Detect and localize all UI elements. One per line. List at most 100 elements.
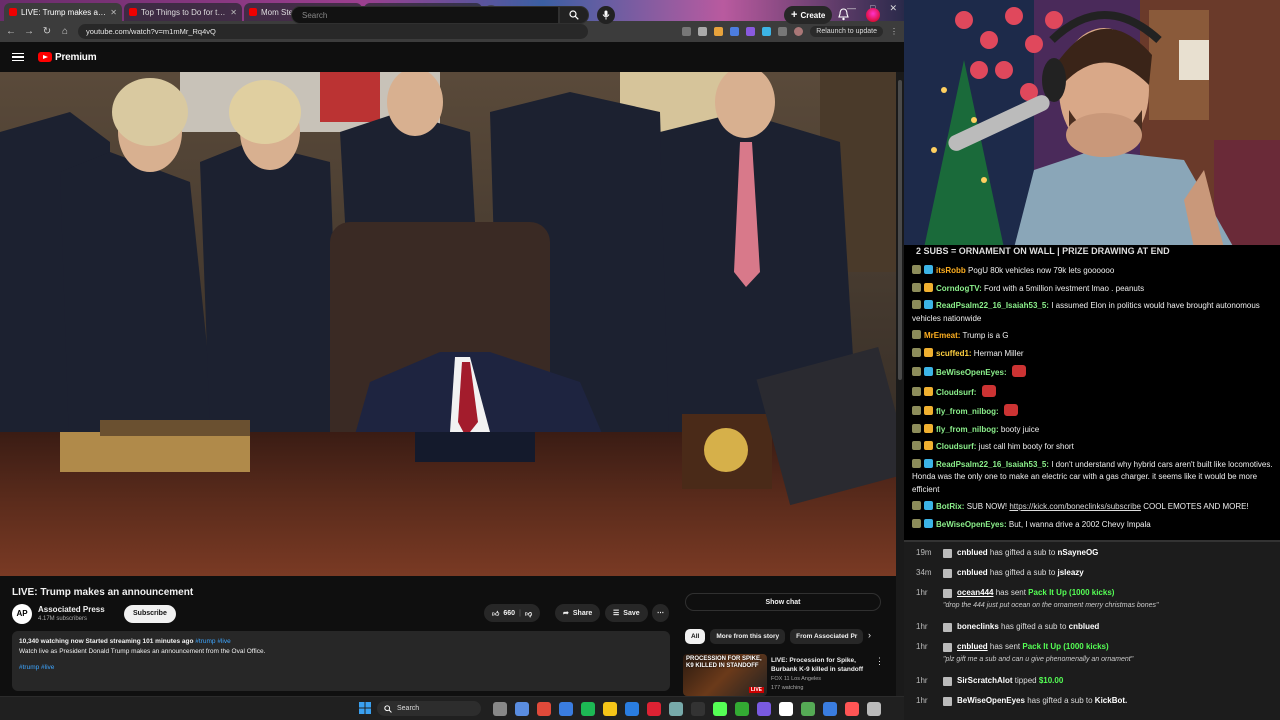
notifications-bell-icon[interactable] — [838, 8, 849, 21]
taskbar-app-icon[interactable] — [735, 702, 749, 716]
chat-username[interactable]: ReadPsalm22_16_Isaiah53_5: — [936, 460, 1049, 469]
like-dislike-button[interactable]: 👍︎ 660 | 👎︎ — [484, 604, 541, 622]
account-avatar[interactable] — [866, 8, 880, 22]
taskbar-app-icon[interactable] — [581, 702, 595, 716]
recommended-video[interactable]: PROCESSION FOR SPIKE, K9 KILLED IN STAND… — [683, 654, 884, 696]
scrollbar-thumb[interactable] — [898, 80, 902, 380]
search-input[interactable]: Search — [291, 6, 559, 24]
taskbar-app-icon[interactable] — [647, 702, 661, 716]
taskbar-app-icon[interactable] — [867, 702, 881, 716]
chat-badge-icon — [912, 501, 921, 510]
forward-icon[interactable]: → — [24, 26, 34, 37]
close-tab-icon[interactable]: ✕ — [230, 8, 237, 17]
filter-chip[interactable]: From Associated Pr — [790, 629, 864, 644]
event-user[interactable]: cnblued — [957, 548, 988, 557]
bookmark-star-icon[interactable] — [698, 27, 708, 36]
taskbar-app-icon[interactable] — [823, 702, 837, 716]
extension-icon[interactable] — [730, 27, 740, 36]
extension-icon[interactable] — [714, 27, 724, 36]
create-button[interactable]: + Create — [784, 6, 833, 24]
close-window-icon[interactable]: ✕ — [889, 3, 897, 14]
chat-username[interactable]: BotRix: — [936, 502, 964, 511]
chat-link[interactable]: https://kick.com/boneclinks/subscribe — [1009, 502, 1141, 511]
puzzle-icon[interactable] — [778, 27, 788, 36]
cast-icon[interactable] — [682, 27, 692, 36]
extension-icon[interactable] — [762, 27, 772, 36]
show-chat-button[interactable]: Show chat — [685, 593, 881, 611]
chat-username[interactable]: MrEmeat: — [924, 331, 960, 340]
chat-username[interactable]: BeWiseOpenEyes: — [936, 520, 1007, 529]
taskbar-app-icon[interactable] — [845, 702, 859, 716]
chat-username[interactable]: CorndogTV: — [936, 284, 982, 293]
chat-text: just call him booty for short — [978, 442, 1074, 451]
search-button[interactable] — [559, 6, 589, 24]
close-tab-icon[interactable]: ✕ — [110, 8, 117, 17]
reload-icon[interactable]: ↻ — [42, 26, 52, 37]
browser-tab[interactable]: Top Things to Do for the HOLID✕ — [124, 3, 242, 21]
subscribe-button[interactable]: Subscribe — [124, 605, 176, 623]
event-user[interactable]: ocean444 — [957, 588, 993, 597]
event-row: 19m cnblued has gifted a sub to nSayneOG — [904, 548, 1280, 568]
home-icon[interactable]: ⌂ — [60, 26, 70, 37]
event-user[interactable]: SirScratchAlot — [957, 676, 1013, 685]
filter-chip[interactable]: More from this story — [710, 629, 786, 644]
event-user[interactable]: boneclinks — [957, 622, 999, 631]
chat-username[interactable]: fly_from_nilbog: — [936, 425, 999, 434]
taskbar-app-icon[interactable] — [537, 702, 551, 716]
taskbar-app-icon[interactable] — [493, 702, 507, 716]
filter-chip[interactable]: All — [685, 629, 706, 644]
taskbar-app-icon[interactable] — [691, 702, 705, 716]
hamburger-menu-icon[interactable] — [12, 52, 24, 62]
chat-message: Cloudsurf: just call him booty for short — [912, 441, 1274, 454]
chat-username[interactable]: Cloudsurf: — [936, 442, 976, 451]
youtube-logo[interactable]: Premium — [38, 52, 97, 63]
chat-text: Trump is a G — [962, 331, 1009, 340]
voice-search-button[interactable] — [597, 6, 615, 24]
description-hashtags[interactable]: #trump #live — [19, 663, 663, 673]
recommended-title[interactable]: LIVE: Procession for Spike, Burbank K-9 … — [771, 656, 871, 674]
event-row: 1hr SirScratchAlot tipped $10.00 — [904, 676, 1280, 696]
channel-avatar[interactable]: AP — [12, 604, 32, 624]
chevron-right-icon[interactable]: › — [868, 630, 871, 640]
extension-icon[interactable] — [746, 27, 756, 36]
windows-start-icon[interactable] — [359, 702, 371, 714]
chat-username[interactable]: scuffed1: — [936, 349, 972, 358]
recommended-thumbnail[interactable]: PROCESSION FOR SPIKE, K9 KILLED IN STAND… — [683, 654, 767, 696]
recommended-channel[interactable]: FOX 11 Los Angeles — [771, 676, 821, 682]
taskbar-app-icon[interactable] — [559, 702, 573, 716]
profile-icon[interactable] — [794, 27, 804, 36]
taskbar-app-icon[interactable] — [603, 702, 617, 716]
more-horiz-icon: ⋯ — [657, 610, 664, 617]
browser-tab[interactable]: LIVE: Trump makes an anno ✕ — [4, 3, 122, 21]
taskbar-app-icon[interactable] — [625, 702, 639, 716]
taskbar-app-icon[interactable] — [779, 702, 793, 716]
save-button[interactable]: ☰ Save — [605, 604, 648, 622]
more-actions-button[interactable]: ⋯ — [652, 604, 669, 622]
share-button[interactable]: ➦ Share — [555, 604, 601, 622]
subscriber-badge-icon — [924, 406, 933, 415]
inline-hashtags[interactable]: #trump #live — [195, 638, 230, 645]
url-field[interactable]: youtube.com/watch?v=m1mMr_Rq4vQ — [78, 24, 588, 39]
back-icon[interactable]: ← — [6, 26, 16, 37]
video-player[interactable] — [0, 72, 896, 576]
taskbar-app-icon[interactable] — [669, 702, 683, 716]
chat-username[interactable]: Cloudsurf: — [936, 388, 976, 397]
taskbar-app-icon[interactable] — [757, 702, 771, 716]
chat-username[interactable]: ReadPsalm22_16_Isaiah53_5: — [936, 301, 1049, 310]
chat-username[interactable]: BeWiseOpenEyes: — [936, 368, 1007, 377]
event-user[interactable]: cnblued — [957, 568, 988, 577]
event-user[interactable]: BeWiseOpenEyes — [957, 696, 1025, 705]
event-row: 1hr BeWiseOpenEyes has gifted a sub to Ki… — [904, 696, 1280, 716]
taskbar-app-icon[interactable] — [515, 702, 529, 716]
kebab-menu-icon[interactable]: ⋮ — [875, 656, 884, 667]
event-user[interactable]: cnblued — [957, 642, 988, 651]
relaunch-button[interactable]: Relaunch to update — [810, 26, 883, 37]
taskbar-search[interactable]: Search — [377, 701, 481, 716]
chat-username[interactable]: itsRobb — [936, 266, 966, 275]
channel-name[interactable]: Associated Press — [38, 605, 105, 614]
chat-username[interactable]: fly_from_nilbog: — [936, 407, 999, 416]
kebab-menu-icon[interactable]: ⋮ — [890, 27, 898, 36]
taskbar-app-icon[interactable] — [713, 702, 727, 716]
description-box[interactable]: 10,340 watching now Started streaming 10… — [12, 631, 670, 691]
taskbar-app-icon[interactable] — [801, 702, 815, 716]
